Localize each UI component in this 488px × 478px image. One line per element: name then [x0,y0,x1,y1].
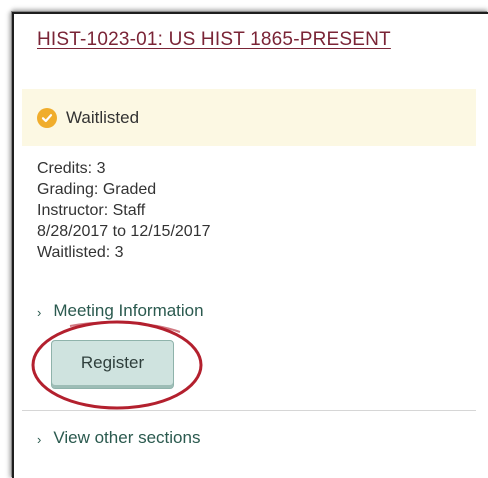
check-circle-icon [37,107,57,128]
section-divider [22,410,476,411]
grading-text: Grading: Graded [37,181,157,198]
meeting-information-label: Meeting Information [53,301,204,320]
instructor-text: Instructor: Staff [37,202,146,219]
register-button[interactable]: Register [51,340,174,389]
credits-text: Credits: 3 [37,160,106,177]
status-banner: Waitlisted [22,89,476,146]
waitlisted-count-text: Waitlisted: 3 [37,244,124,261]
course-details: Credits: 3 Grading: Graded Instructor: S… [37,158,211,263]
chevron-right-icon: › [37,431,42,447]
dates-text: 8/28/2017 to 12/15/2017 [37,223,211,240]
view-other-sections-toggle[interactable]: › View other sections [37,428,200,448]
meeting-information-toggle[interactable]: › Meeting Information [37,301,204,321]
chevron-right-icon: › [37,304,42,320]
view-other-sections-label: View other sections [53,428,201,447]
course-title-link[interactable]: HIST-1023-01: US HIST 1865-PRESENT [37,29,391,51]
status-label: Waitlisted [66,107,140,127]
